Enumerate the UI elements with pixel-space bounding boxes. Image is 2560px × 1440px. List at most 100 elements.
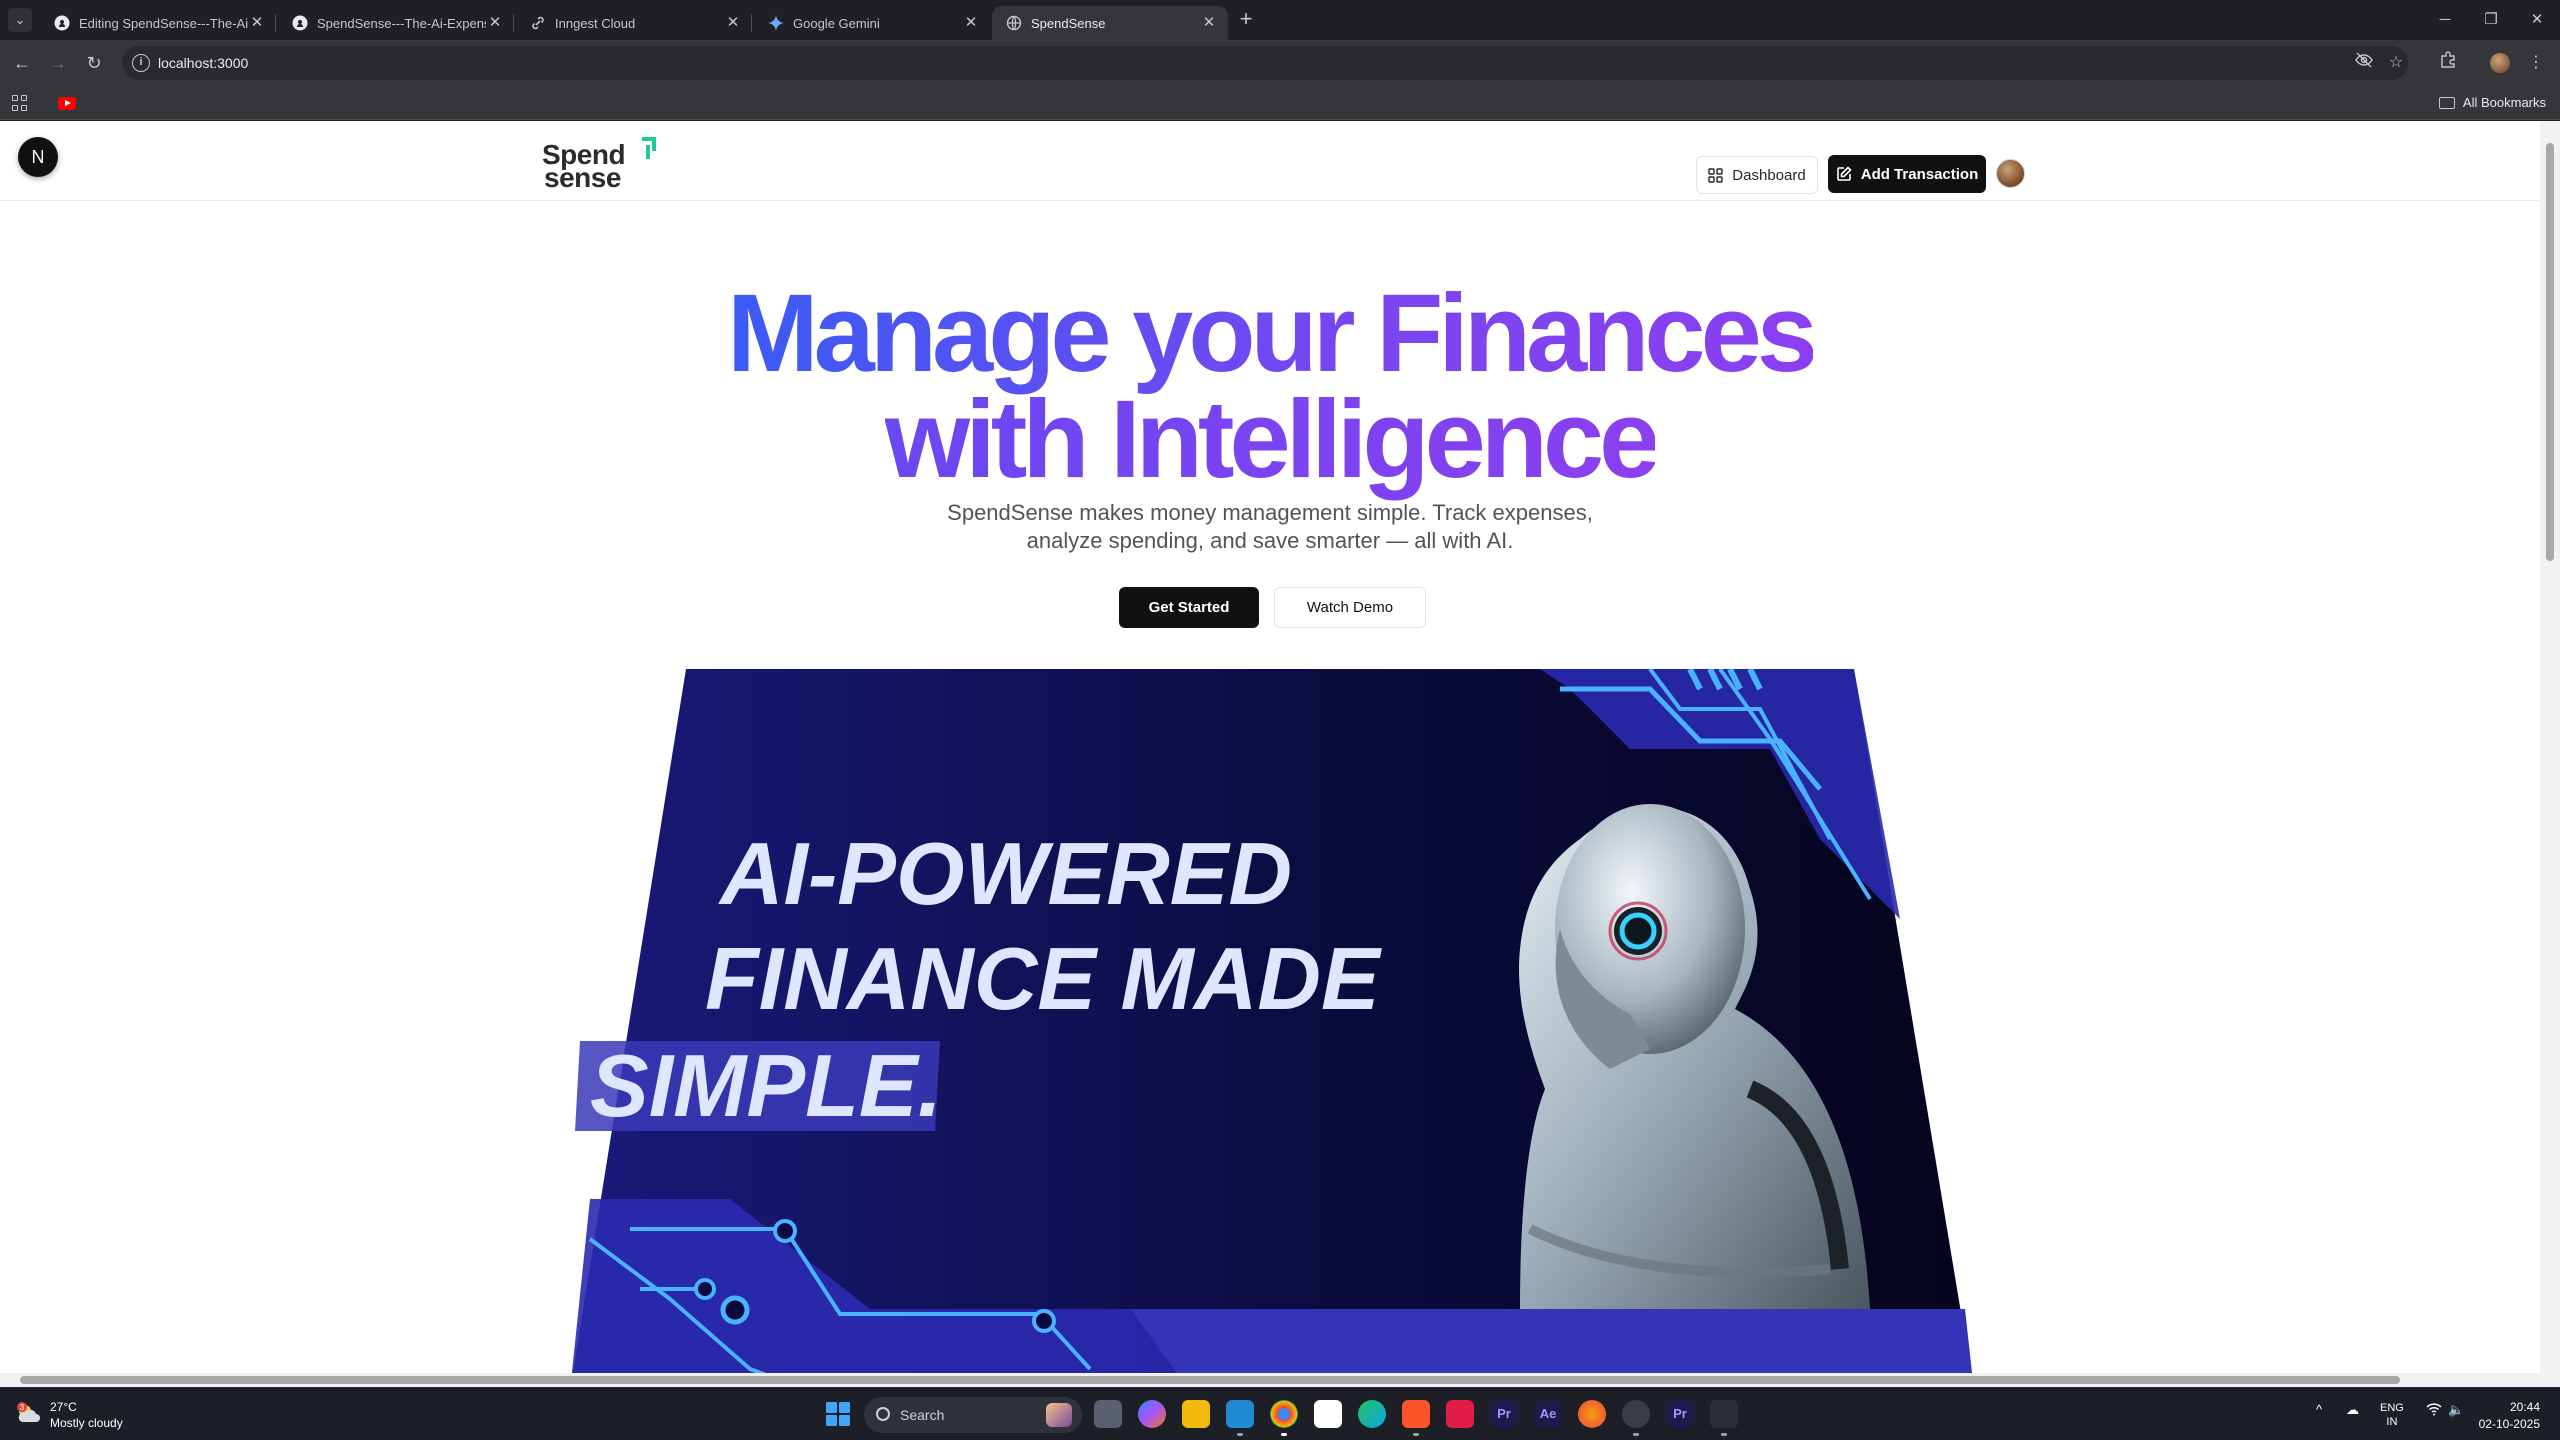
app-icon-dark[interactable] bbox=[1710, 1400, 1738, 1436]
tab-title: Google Gemini bbox=[793, 15, 880, 31]
onedrive-icon[interactable]: ☁ bbox=[2346, 1402, 2359, 1418]
language-line-1: ENG bbox=[2380, 1402, 2404, 1414]
search-icon bbox=[876, 1407, 890, 1421]
browser-tab-1[interactable]: Editing SpendSense---The-Ai-E ✕ bbox=[40, 6, 276, 40]
browser-tab-strip: ⌄ Editing SpendSense---The-Ai-E ✕ SpendS… bbox=[0, 0, 2560, 40]
close-window-icon[interactable]: ✕ bbox=[2514, 0, 2560, 40]
close-tab-icon[interactable]: ✕ bbox=[248, 14, 266, 32]
system-clock[interactable]: 20:44 02-10-2025 bbox=[2479, 1399, 2540, 1433]
windows-taskbar: 3 27°C Mostly cloudy Search Pr Ae Pr ^ ☁… bbox=[0, 1387, 2560, 1440]
weather-widget[interactable]: 3 27°C Mostly cloudy bbox=[16, 1400, 216, 1432]
bookmark-star-icon[interactable]: ☆ bbox=[2384, 51, 2408, 75]
chrome-icon[interactable] bbox=[1270, 1400, 1298, 1436]
intellij-icon[interactable] bbox=[1446, 1400, 1474, 1428]
tab-title: SpendSense---The-Ai-Expense bbox=[317, 15, 486, 31]
tab-title: Inngest Cloud bbox=[555, 15, 636, 31]
pen-square-icon bbox=[1836, 166, 1852, 181]
address-bar[interactable]: i localhost:3000 bbox=[122, 46, 2408, 80]
forward-icon[interactable]: → bbox=[46, 51, 70, 75]
tab-search-dropdown-icon[interactable]: ⌄ bbox=[8, 8, 32, 32]
youtube-icon[interactable] bbox=[58, 97, 76, 110]
file-explorer-icon[interactable] bbox=[1182, 1400, 1210, 1428]
horizontal-scrollbar-thumb[interactable] bbox=[20, 1376, 2400, 1384]
profile-avatar[interactable] bbox=[2488, 51, 2512, 75]
new-tab-icon[interactable]: + bbox=[1234, 8, 1258, 32]
url-text[interactable]: localhost:3000 bbox=[158, 55, 248, 71]
hero-title-line-2: with Intelligence bbox=[884, 378, 1661, 501]
hero-subtitle-line-1: SpendSense makes money management simple… bbox=[947, 500, 1593, 525]
layout-dashboard-icon bbox=[1708, 167, 1723, 183]
user-avatar[interactable] bbox=[1996, 159, 2025, 188]
minimize-icon[interactable]: ─ bbox=[2422, 0, 2468, 40]
add-transaction-button[interactable]: Add Transaction bbox=[1828, 155, 1986, 193]
tab-title: SpendSense bbox=[1031, 15, 1106, 31]
hero-title-line-1: Manage your Finances bbox=[727, 272, 1818, 395]
premiere-pro-icon-2[interactable]: Pr bbox=[1666, 1400, 1694, 1428]
language-indicator[interactable]: ENG IN bbox=[2380, 1401, 2404, 1429]
more-menu-icon[interactable]: ⋮ bbox=[2524, 51, 2548, 75]
link-icon bbox=[530, 15, 546, 31]
get-started-button[interactable]: Get Started bbox=[1119, 587, 1259, 628]
after-effects-icon[interactable]: Ae bbox=[1534, 1400, 1562, 1428]
apps-grid-icon[interactable] bbox=[12, 95, 28, 111]
taskbar-search[interactable]: Search bbox=[864, 1397, 1082, 1433]
search-label: Search bbox=[900, 1407, 945, 1423]
tab-separator bbox=[275, 14, 276, 32]
weather-condition: Mostly cloudy bbox=[50, 1416, 123, 1430]
horizontal-scrollbar[interactable] bbox=[0, 1373, 2540, 1387]
hero-title: Manage your Finances with Intelligence bbox=[0, 279, 2540, 495]
tab-separator bbox=[751, 14, 752, 32]
premiere-pro-icon[interactable]: Pr bbox=[1490, 1400, 1518, 1428]
vertical-scrollbar[interactable] bbox=[2540, 121, 2560, 1387]
vscode-icon[interactable] bbox=[1226, 1400, 1254, 1436]
dashboard-button[interactable]: Dashboard bbox=[1696, 156, 1818, 194]
brave-icon[interactable] bbox=[1402, 1400, 1430, 1436]
edge-icon[interactable] bbox=[1358, 1400, 1386, 1428]
app-icon-orange[interactable] bbox=[1578, 1400, 1606, 1428]
copilot-icon[interactable] bbox=[1138, 1400, 1166, 1428]
search-highlight-icon bbox=[1046, 1403, 1072, 1427]
browser-tab-2[interactable]: SpendSense---The-Ai-Expense ✕ bbox=[278, 6, 514, 40]
all-bookmarks-button[interactable]: All Bookmarks bbox=[2438, 95, 2546, 110]
hero-banner-image: AI-POWERED FINANCE MADE SIMPLE. bbox=[570, 667, 1974, 1387]
back-icon[interactable]: ← bbox=[10, 51, 34, 75]
gemini-icon bbox=[768, 15, 784, 31]
restore-icon[interactable]: ❐ bbox=[2468, 0, 2514, 40]
windows-start-icon[interactable] bbox=[826, 1402, 850, 1426]
spendsense-logo[interactable]: Spend sense bbox=[542, 137, 662, 193]
tab-separator bbox=[513, 14, 514, 32]
cloud-weather-icon: 3 bbox=[17, 1402, 40, 1422]
logo-line-2: sense bbox=[544, 162, 621, 193]
volume-icon[interactable]: 🔈 bbox=[2448, 1402, 2464, 1418]
extensions-icon[interactable] bbox=[2436, 51, 2460, 75]
close-tab-icon[interactable]: ✕ bbox=[1200, 14, 1218, 32]
clock-date: 02-10-2025 bbox=[2478, 1417, 2540, 1431]
site-info-icon[interactable]: i bbox=[132, 54, 150, 72]
browser-tab-5[interactable]: SpendSense ✕ bbox=[992, 6, 1228, 40]
wifi-icon[interactable] bbox=[2426, 1402, 2442, 1419]
site-header: Spend sense Dashboard Add Transaction bbox=[0, 121, 2540, 201]
chatgpt-icon[interactable] bbox=[1622, 1400, 1650, 1436]
close-tab-icon[interactable]: ✕ bbox=[962, 14, 980, 32]
banner-line-2: FINANCE MADE bbox=[705, 929, 1382, 1028]
task-view-icon[interactable] bbox=[1094, 1400, 1122, 1428]
browser-tab-3[interactable]: Inngest Cloud ✕ bbox=[516, 6, 752, 40]
tab-title: Editing SpendSense---The-Ai-E bbox=[79, 15, 248, 31]
browser-tab-4[interactable]: Google Gemini ✕ bbox=[754, 6, 990, 40]
eye-off-icon[interactable] bbox=[2352, 51, 2376, 75]
hero-subtitle-line-2: analyze spending, and save smarter — all… bbox=[1026, 528, 1514, 553]
github-icon bbox=[54, 15, 70, 31]
close-tab-icon[interactable]: ✕ bbox=[486, 14, 504, 32]
hero-subtitle: SpendSense makes money management simple… bbox=[0, 499, 2540, 555]
nextjs-dev-badge[interactable]: N bbox=[18, 137, 58, 177]
microsoft-store-icon[interactable] bbox=[1314, 1400, 1342, 1428]
show-hidden-icons[interactable]: ^ bbox=[2316, 1402, 2322, 1417]
globe-icon bbox=[1006, 15, 1022, 31]
watch-demo-button[interactable]: Watch Demo bbox=[1274, 587, 1426, 628]
logo-arrow-icon bbox=[642, 137, 656, 159]
bookmarks-bar: All Bookmarks bbox=[0, 86, 2560, 120]
page-viewport: Spend sense Dashboard Add Transaction N … bbox=[0, 121, 2560, 1387]
reload-icon[interactable]: ↻ bbox=[82, 51, 106, 75]
vertical-scrollbar-thumb[interactable] bbox=[2546, 143, 2554, 561]
close-tab-icon[interactable]: ✕ bbox=[724, 14, 742, 32]
